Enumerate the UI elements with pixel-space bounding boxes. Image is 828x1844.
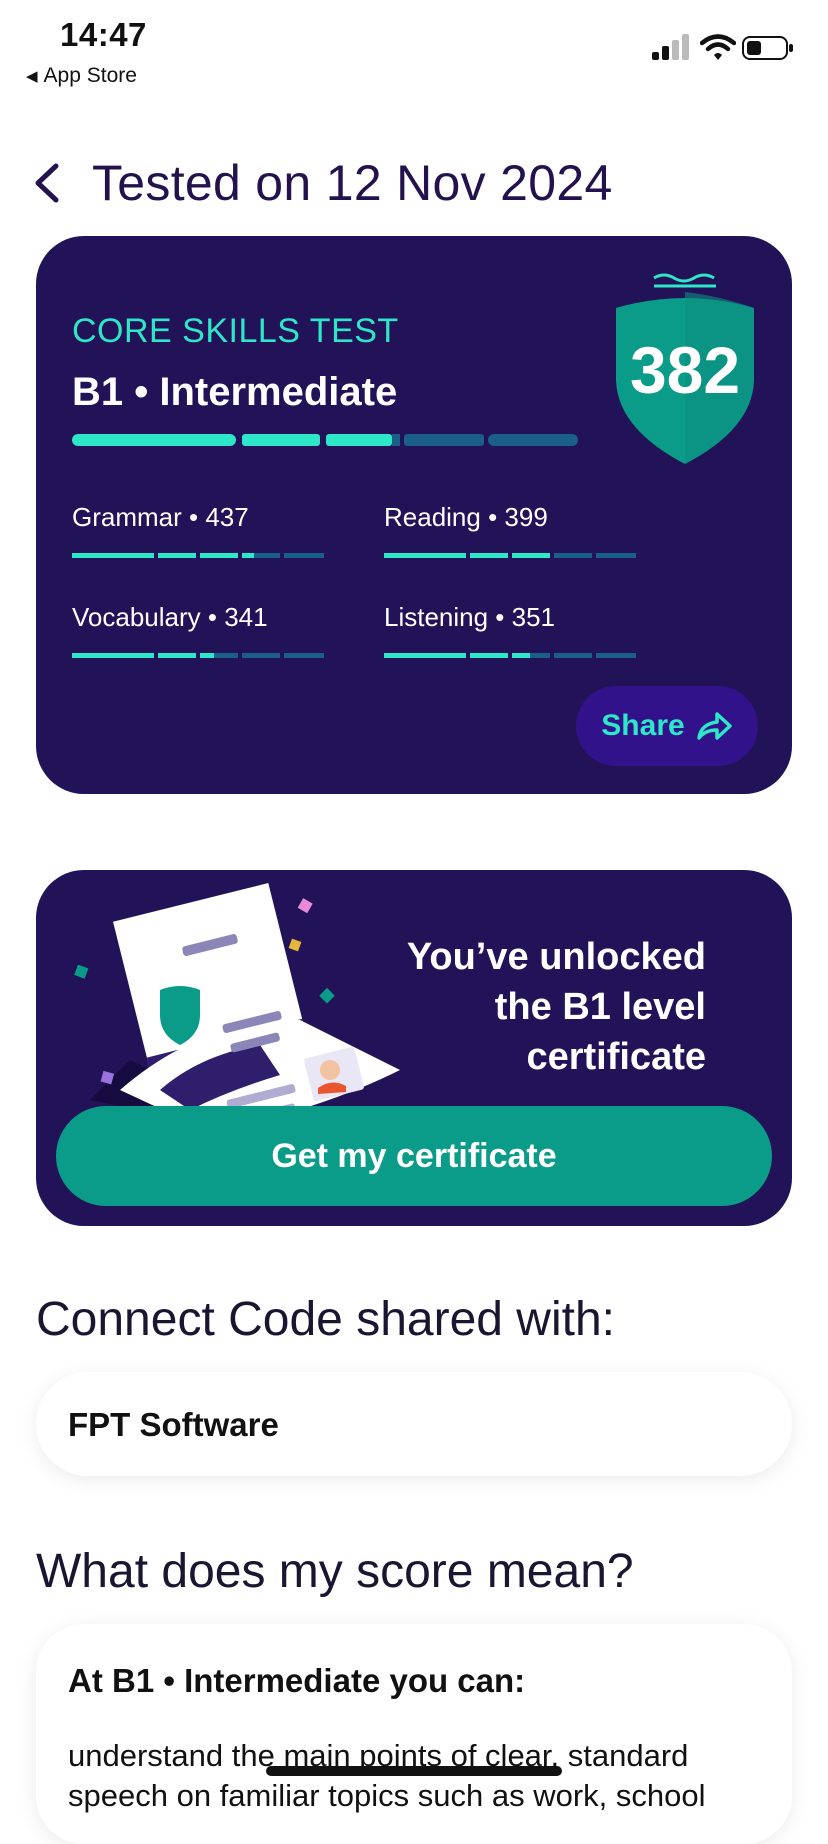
meaning-card: At B1 • Intermediate you can: understand… [36, 1624, 792, 1844]
skill-reading: Reading • 399 [384, 502, 644, 558]
meaning-text-start: understand the [68, 1738, 284, 1773]
overall-score: 382 [629, 333, 741, 407]
meaning-heading: At B1 • Intermediate you can: [68, 1662, 526, 1699]
meaning-text: understand the main points of clear, sta… [68, 1736, 768, 1816]
page-title: Tested on 12 Nov 2024 [92, 155, 613, 211]
skill-bar [72, 653, 324, 658]
share-arrow-icon [696, 712, 732, 740]
skill-label: Grammar • 437 [72, 502, 249, 532]
home-indicator[interactable] [266, 1766, 562, 1776]
overall-progress-bar [72, 434, 578, 446]
cefr-level: B1 • Intermediate [72, 370, 398, 414]
meaning-title: What does my score mean? [36, 1545, 634, 1598]
skill-bar [72, 553, 324, 558]
connect-org-name: FPT Software [68, 1406, 279, 1443]
skill-label: Listening • 351 [384, 602, 556, 632]
skill-grammar: Grammar • 437 [72, 502, 332, 558]
battery-icon [742, 36, 793, 60]
skill-vocabulary: Vocabulary • 341 [72, 602, 332, 658]
connect-title: Connect Code shared with: [36, 1293, 615, 1346]
back-triangle-icon: ◀ [26, 68, 38, 85]
skill-label: Reading • 399 [384, 502, 548, 532]
status-time: 14:47 [60, 16, 147, 53]
get-certificate-label: Get my certificate [271, 1136, 557, 1175]
page-header: Tested on 12 Nov 2024 [28, 148, 808, 218]
connect-org-card[interactable]: FPT Software [36, 1372, 792, 1476]
test-name: CORE SKILLS TEST [72, 312, 399, 350]
certificate-card: You’ve unlocked the B1 level certificate… [36, 870, 792, 1226]
skill-bar [384, 653, 636, 658]
status-bar: 14:47 ◀ App Store [0, 0, 828, 100]
back-app-label: App Store [43, 64, 137, 87]
back-chevron-icon[interactable] [28, 158, 68, 208]
wifi-icon [700, 34, 736, 60]
get-certificate-button[interactable]: Get my certificate [56, 1106, 772, 1206]
share-button[interactable]: Share [576, 686, 758, 766]
skill-label: Vocabulary • 341 [72, 602, 268, 632]
share-label: Share [601, 709, 685, 742]
certificate-message: You’ve unlocked the B1 level certificate [406, 936, 706, 1078]
back-to-app-store[interactable]: ◀ App Store [26, 64, 137, 88]
score-card: CORE SKILLS TEST B1 • Intermediate 382 G… [36, 236, 792, 794]
cellular-icon [652, 34, 689, 60]
skill-listening: Listening • 351 [384, 602, 644, 658]
skill-bar [384, 553, 636, 558]
